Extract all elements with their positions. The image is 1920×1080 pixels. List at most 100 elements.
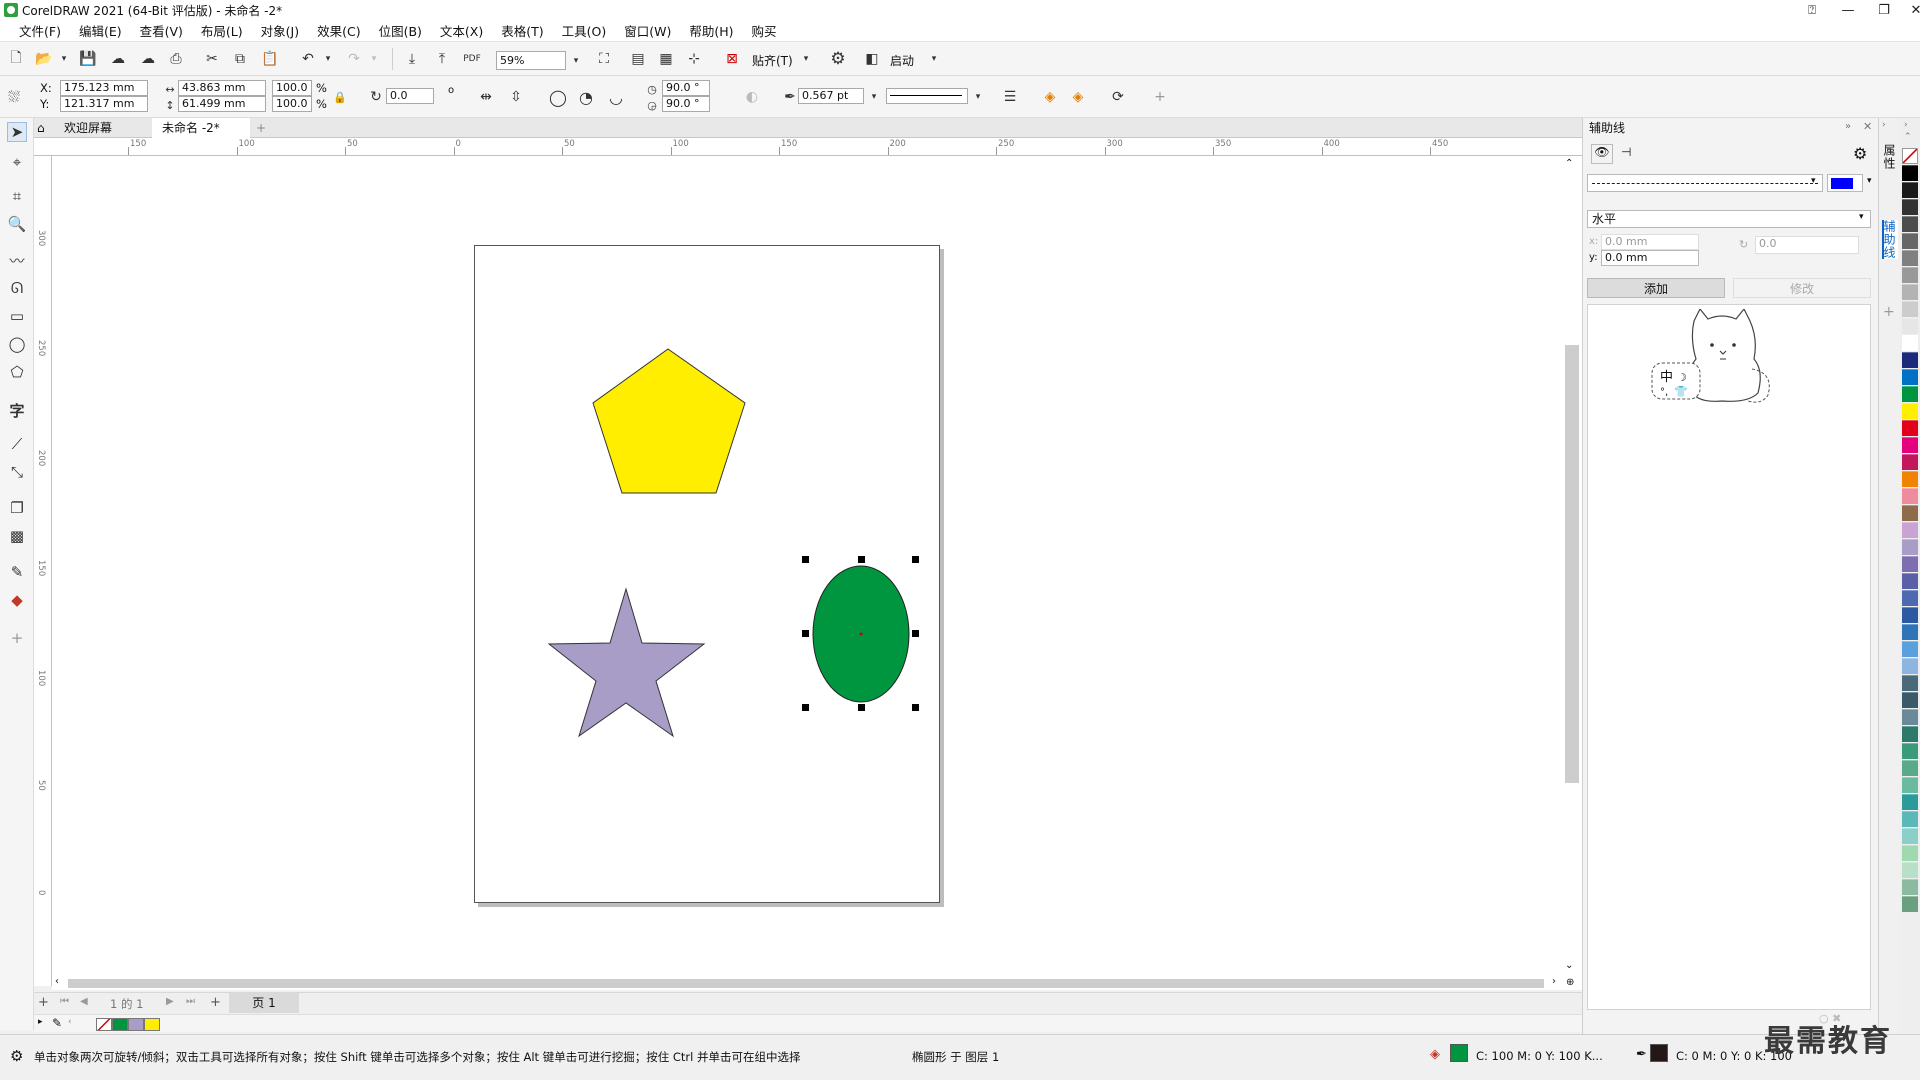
palette-color-swatch[interactable]	[1902, 471, 1918, 487]
palette-color-swatch[interactable]	[1902, 862, 1918, 878]
doc-color-swatch[interactable]	[112, 1018, 128, 1031]
doc-color-swatch[interactable]	[144, 1018, 160, 1031]
palette-color-swatch[interactable]	[1902, 692, 1918, 708]
doc-palette-scroll-icon[interactable]: ‹	[68, 1017, 72, 1027]
palette-color-swatch[interactable]	[1902, 335, 1918, 351]
palette-color-swatch[interactable]	[1902, 267, 1918, 283]
scroll-right-icon[interactable]: ›	[1552, 976, 1556, 987]
docker-expand-icon[interactable]: »	[1845, 121, 1851, 132]
outline-color-swatch[interactable]	[1650, 1044, 1668, 1062]
handle-bottom-left[interactable]	[802, 704, 809, 711]
first-page-icon[interactable]: ⏮	[60, 996, 69, 1007]
palette-color-swatch[interactable]	[1902, 233, 1918, 249]
palette-color-swatch[interactable]	[1902, 522, 1918, 538]
page-tab[interactable]: 页 1	[229, 993, 299, 1013]
palette-color-swatch[interactable]	[1902, 505, 1918, 521]
last-page-icon[interactable]: ⏭	[186, 996, 195, 1007]
yellow-pentagon[interactable]	[592, 348, 746, 494]
vertical-scroll-thumb[interactable]	[1565, 345, 1579, 783]
add-page-after-icon[interactable]: +	[210, 995, 221, 1010]
scroll-down-icon[interactable]: ⌄	[1565, 960, 1573, 971]
previous-page-icon[interactable]: ◀	[80, 996, 88, 1007]
palette-color-swatch[interactable]	[1902, 573, 1918, 589]
scroll-up-icon[interactable]: ⌃	[1565, 158, 1573, 169]
tab-properties[interactable]: 属性	[1882, 144, 1898, 170]
doc-palette-arrow-icon[interactable]: ▸	[38, 1017, 43, 1027]
palette-menu-icon[interactable]: ›	[1904, 120, 1908, 130]
palette-color-swatch[interactable]	[1902, 318, 1918, 334]
palette-color-swatch[interactable]	[1902, 726, 1918, 742]
palette-color-swatch[interactable]	[1902, 539, 1918, 555]
guide-color-select[interactable]	[1827, 174, 1863, 192]
palette-color-swatch[interactable]	[1902, 437, 1918, 453]
palette-color-swatch[interactable]	[1902, 794, 1918, 810]
palette-color-swatch[interactable]	[1902, 896, 1918, 912]
guide-line-style-dropdown-icon[interactable]: ▾	[1811, 176, 1816, 186]
guide-line-style-select[interactable]	[1587, 174, 1823, 192]
doc-color-swatch[interactable]	[128, 1018, 144, 1031]
guide-angle-field[interactable]: 0.0	[1755, 236, 1859, 254]
no-color-swatch[interactable]	[96, 1018, 112, 1031]
palette-color-swatch[interactable]	[1902, 641, 1918, 657]
docker-close-icon[interactable]: ✕	[1863, 120, 1872, 133]
palette-color-swatch[interactable]	[1902, 845, 1918, 861]
palette-color-swatch[interactable]	[1902, 216, 1918, 232]
side-tabs-add-icon[interactable]: +	[1883, 304, 1895, 320]
handle-bottom-center[interactable]	[858, 704, 865, 711]
palette-color-swatch[interactable]	[1902, 284, 1918, 300]
palette-color-swatch[interactable]	[1902, 488, 1918, 504]
palette-color-swatch[interactable]	[1902, 811, 1918, 827]
scroll-left-icon[interactable]: ‹	[55, 976, 59, 987]
fill-color-swatch[interactable]	[1450, 1044, 1468, 1062]
palette-color-swatch[interactable]	[1902, 352, 1918, 368]
palette-color-swatch[interactable]	[1902, 403, 1918, 419]
palette-color-swatch[interactable]	[1902, 301, 1918, 317]
no-color-swatch[interactable]	[1902, 148, 1918, 164]
palette-color-swatch[interactable]	[1902, 250, 1918, 266]
palette-color-swatch[interactable]	[1902, 675, 1918, 691]
orientation-dropdown-icon[interactable]: ▾	[1859, 212, 1864, 222]
zoom-navigator-icon[interactable]: ⊕	[1566, 977, 1574, 988]
handle-top-right[interactable]	[912, 556, 919, 563]
horizontal-scroll-thumb[interactable]	[68, 979, 1544, 988]
palette-color-swatch[interactable]	[1902, 879, 1918, 895]
tab-guidelines[interactable]: 辅助线	[1882, 220, 1898, 259]
side-tabs-expand-icon[interactable]: ›	[1882, 120, 1886, 130]
palette-color-swatch[interactable]	[1902, 828, 1918, 844]
palette-color-swatch[interactable]	[1902, 777, 1918, 793]
handle-top-left[interactable]	[802, 556, 809, 563]
palette-color-swatch[interactable]	[1902, 369, 1918, 385]
palette-color-swatch[interactable]	[1902, 658, 1918, 674]
palette-color-swatch[interactable]	[1902, 454, 1918, 470]
palette-color-swatch[interactable]	[1902, 760, 1918, 776]
palette-color-swatch[interactable]	[1902, 182, 1918, 198]
guide-list[interactable]: 中 ☽ °, 👕	[1587, 304, 1871, 1010]
palette-color-swatch[interactable]	[1902, 420, 1918, 436]
add-page-before-icon[interactable]: +	[38, 995, 49, 1010]
guide-x-field[interactable]: 0.0 mm	[1601, 234, 1699, 250]
palette-color-swatch[interactable]	[1902, 607, 1918, 623]
guide-color-dropdown-icon[interactable]: ▾	[1867, 176, 1872, 186]
handle-middle-right[interactable]	[912, 630, 919, 637]
palette-color-swatch[interactable]	[1902, 386, 1918, 402]
modify-guide-button[interactable]: 修改	[1733, 278, 1871, 298]
palette-color-swatch[interactable]	[1902, 556, 1918, 572]
guide-visibility-icon[interactable]: 👁	[1591, 144, 1613, 164]
status-settings-icon[interactable]: ⚙	[10, 1047, 23, 1065]
guide-y-field[interactable]: 0.0 mm	[1601, 250, 1699, 266]
palette-color-swatch[interactable]	[1902, 743, 1918, 759]
palette-color-swatch[interactable]	[1902, 165, 1918, 181]
docker-settings-gear-icon[interactable]: ⚙	[1853, 144, 1867, 163]
palette-color-swatch[interactable]	[1902, 624, 1918, 640]
palette-color-swatch[interactable]	[1902, 590, 1918, 606]
guide-orientation-select[interactable]: 水平	[1587, 210, 1871, 228]
doc-palette-eyedropper-icon[interactable]: ✎	[52, 1016, 62, 1030]
add-guide-button[interactable]: 添加	[1587, 278, 1725, 298]
palette-color-swatch[interactable]	[1902, 199, 1918, 215]
handle-top-center[interactable]	[858, 556, 865, 563]
palette-color-swatch[interactable]	[1902, 709, 1918, 725]
handle-middle-left[interactable]	[802, 630, 809, 637]
guide-lock-icon[interactable]: ⊣	[1621, 145, 1631, 159]
handle-bottom-right[interactable]	[912, 704, 919, 711]
next-page-icon[interactable]: ▶	[166, 996, 174, 1007]
